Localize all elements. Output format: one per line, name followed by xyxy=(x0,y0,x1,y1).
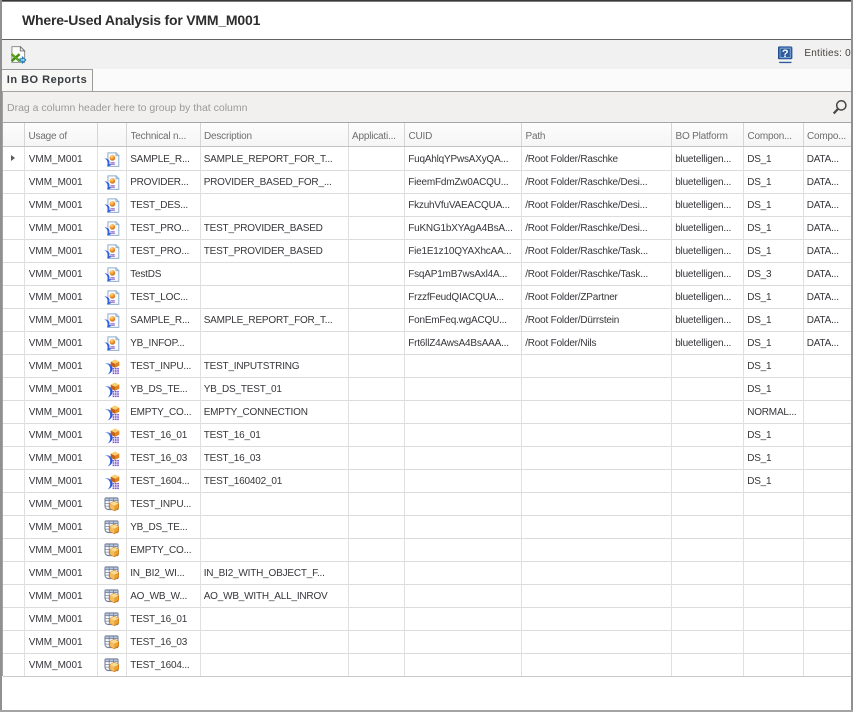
svg-text:?: ? xyxy=(782,48,789,60)
